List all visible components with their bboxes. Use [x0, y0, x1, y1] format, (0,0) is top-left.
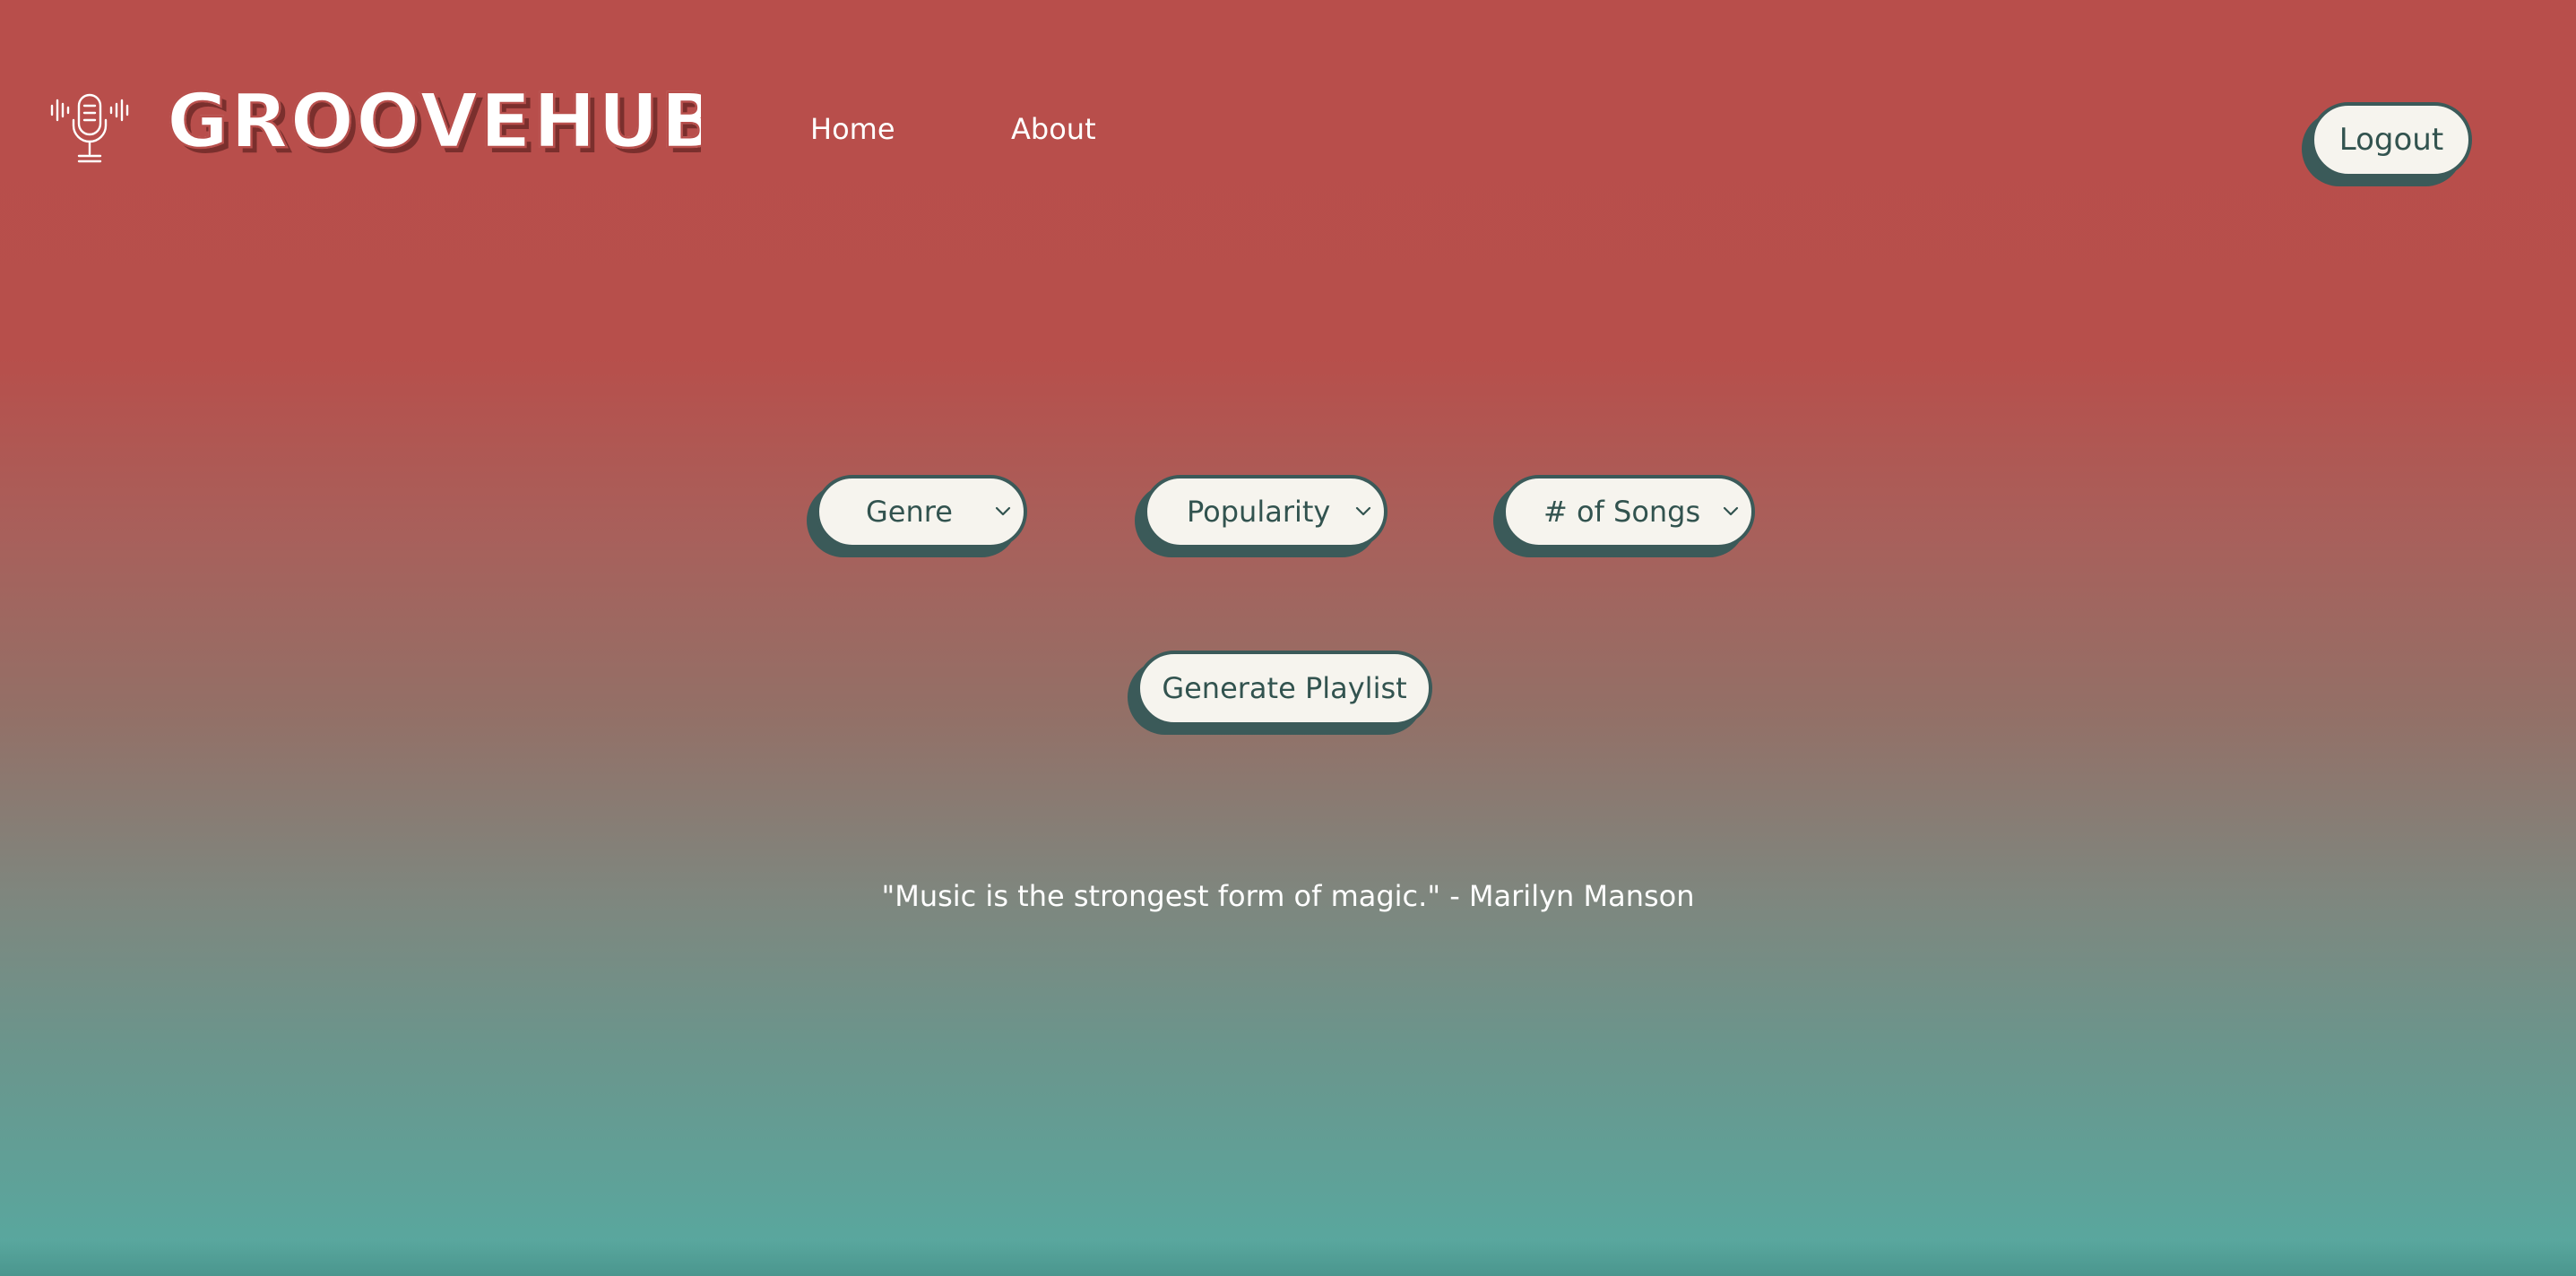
microphone-icon: [50, 93, 129, 163]
popularity-select-wrap: Popularity: [1135, 475, 1387, 557]
quote-text: "Music is the strongest form of magic." …: [881, 879, 1695, 913]
popularity-select[interactable]: Popularity: [1144, 475, 1387, 548]
chevron-down-icon: [1723, 506, 1739, 516]
chevron-down-icon: [1355, 506, 1371, 516]
svg-text:GROOVEHUB: GROOVEHUB: [167, 82, 701, 163]
genre-select[interactable]: Genre: [816, 475, 1027, 548]
generate-playlist-wrap: Generate Playlist: [1128, 651, 1432, 735]
genre-select-wrap: Genre: [807, 475, 1027, 557]
genre-select-label: Genre: [866, 495, 953, 529]
chevron-down-icon: [995, 506, 1011, 516]
nav-home-link[interactable]: Home: [810, 109, 895, 149]
bottom-fade: [0, 1240, 2576, 1276]
songs-count-select-label: # of Songs: [1543, 495, 1701, 529]
songs-count-select-wrap: # of Songs: [1493, 475, 1755, 557]
logout-button-wrap: Logout: [2302, 102, 2472, 186]
generate-playlist-button[interactable]: Generate Playlist: [1137, 651, 1432, 726]
logout-button[interactable]: Logout: [2311, 102, 2472, 177]
songs-count-select[interactable]: # of Songs: [1502, 475, 1755, 548]
brand-wordmark: GROOVEHUB GROOVEHUB GROOVEHUB: [166, 82, 701, 163]
nav-about-link[interactable]: About: [1011, 109, 1096, 149]
popularity-select-label: Popularity: [1187, 495, 1331, 529]
